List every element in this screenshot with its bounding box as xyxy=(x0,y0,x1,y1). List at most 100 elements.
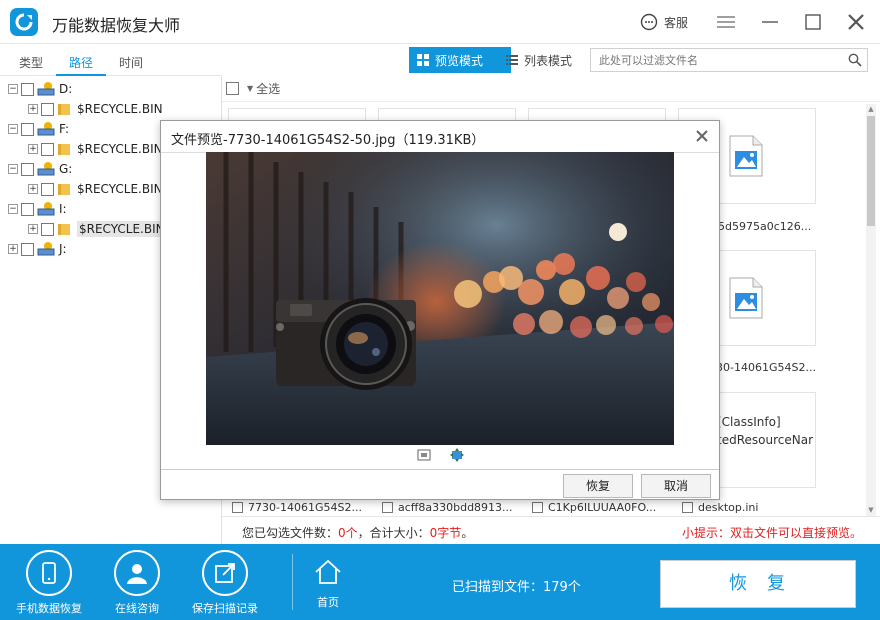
expand-toggle[interactable]: + xyxy=(28,144,38,154)
file-text-line: [ClassInfo] xyxy=(717,415,781,429)
phone-recovery-button[interactable]: 手机数据恢复 xyxy=(4,550,94,616)
grid-icon xyxy=(417,54,429,66)
selected-count: 0个 xyxy=(338,526,358,540)
checkbox[interactable] xyxy=(382,501,393,513)
collapse-toggle[interactable]: − xyxy=(8,124,18,134)
online-consult-button[interactable]: 在线咨询 xyxy=(92,550,182,616)
vertical-scrollbar[interactable]: ▲ ▼ xyxy=(866,104,876,516)
scanned-count-text: 已扫描到文件：179个 xyxy=(452,580,581,595)
tab-path[interactable]: 路径 xyxy=(69,54,93,71)
file-item[interactable]: desktop.ini xyxy=(682,498,822,516)
checkbox[interactable] xyxy=(21,82,34,96)
tree-drive-d[interactable]: − D: xyxy=(8,79,72,99)
checkbox[interactable] xyxy=(41,142,54,156)
save-scan-button[interactable]: 保存扫描记录 xyxy=(180,550,270,616)
fit-to-window-icon[interactable] xyxy=(416,447,432,463)
checkbox[interactable] xyxy=(41,102,54,116)
drive-icon xyxy=(37,162,55,176)
support-button[interactable]: 客服 xyxy=(640,12,688,32)
collapse-toggle[interactable]: − xyxy=(8,84,18,94)
tree-folder-recycle[interactable]: + $RECYCLE.BIN xyxy=(28,99,163,119)
checkbox[interactable] xyxy=(682,501,693,513)
dialog-title-bar: 文件预览-7730-14061G54S2-50.jpg（119.31KB） xyxy=(161,121,719,153)
folder-label: $RECYCLE.BIN xyxy=(77,221,167,237)
file-item[interactable]: 7730-14061G54S2... xyxy=(232,498,372,516)
save-scan-label: 保存扫描记录 xyxy=(192,602,258,615)
preview-mode-button[interactable]: 预览模式 xyxy=(409,47,511,73)
close-button[interactable] xyxy=(844,10,868,34)
divider xyxy=(292,554,293,610)
drive-icon xyxy=(37,82,55,96)
tree-folder-recycle[interactable]: + $RECYCLE.BIN xyxy=(28,139,163,159)
file-text-line: tedResourceNar xyxy=(717,433,813,447)
expand-toggle[interactable]: + xyxy=(28,184,38,194)
checkbox[interactable] xyxy=(41,182,54,196)
select-all-row: ▼ 全选 xyxy=(222,76,880,102)
expand-toggle[interactable]: + xyxy=(8,244,18,254)
home-label: 首页 xyxy=(317,596,339,609)
checkbox[interactable] xyxy=(41,222,54,236)
tree-folder-recycle-selected[interactable]: + $RECYCLE.BIN xyxy=(28,219,167,239)
dropdown-arrow-icon[interactable]: ▼ xyxy=(247,84,253,93)
checkbox[interactable] xyxy=(232,501,243,513)
scroll-down-icon[interactable]: ▼ xyxy=(867,506,875,514)
tree-folder-recycle[interactable]: + $RECYCLE.BIN xyxy=(28,179,163,199)
file-name: 30-14061G54S2... xyxy=(716,361,816,374)
maximize-button[interactable] xyxy=(801,10,825,34)
actual-size-icon[interactable] xyxy=(449,447,465,463)
image-file-icon xyxy=(729,277,763,319)
tree-drive-f[interactable]: − F: xyxy=(8,119,69,139)
drive-icon xyxy=(37,122,55,136)
checkbox[interactable] xyxy=(21,122,34,136)
support-label: 客服 xyxy=(664,15,689,30)
file-name: acff8a330bdd8913... xyxy=(398,500,513,514)
file-item[interactable]: acff8a330bdd8913... xyxy=(382,498,522,516)
preview-image xyxy=(206,152,674,445)
phone-recovery-label: 手机数据恢复 xyxy=(16,602,82,615)
recover-button[interactable]: 恢复 xyxy=(660,560,856,608)
dialog-recover-button[interactable]: 恢复 xyxy=(563,474,633,498)
file-name: C1Kp6ILUUAA0FO... xyxy=(548,500,657,514)
tab-time[interactable]: 时间 xyxy=(119,54,143,71)
tab-type[interactable]: 类型 xyxy=(19,54,43,71)
checkbox[interactable] xyxy=(532,501,543,513)
chat-icon xyxy=(640,13,658,31)
filter-tabs: 类型 路径 时间 xyxy=(0,44,222,76)
phone-icon xyxy=(26,550,72,596)
menu-button[interactable] xyxy=(714,10,738,34)
tree-drive-g[interactable]: − G: xyxy=(8,159,72,179)
list-mode-button[interactable]: 列表模式 xyxy=(498,47,580,73)
close-icon xyxy=(848,14,864,30)
dialog-close-icon[interactable] xyxy=(693,127,711,145)
tree-drive-j[interactable]: + J: xyxy=(8,239,67,259)
expand-toggle[interactable]: + xyxy=(28,104,38,114)
select-all-label[interactable]: 全选 xyxy=(256,80,280,97)
size-value: 0字节 xyxy=(429,526,462,540)
scrollbar-thumb[interactable] xyxy=(867,116,875,226)
collapse-toggle[interactable]: − xyxy=(8,164,18,174)
file-item[interactable]: C1Kp6ILUUAA0FO... xyxy=(532,498,672,516)
collapse-toggle[interactable]: − xyxy=(8,204,18,214)
checkbox[interactable] xyxy=(21,242,34,256)
status-bar: 您已勾选文件数：0个，合计大小：0字节。 小提示：双击文件可以直接预览。 xyxy=(222,516,880,544)
home-button[interactable]: 首页 xyxy=(306,558,350,610)
folder-label: $RECYCLE.BIN xyxy=(77,102,163,116)
selection-summary: 您已勾选文件数：0个，合计大小：0字节。 xyxy=(242,524,473,541)
checkbox[interactable] xyxy=(21,202,34,216)
filter-search-input[interactable] xyxy=(591,49,831,71)
checkbox[interactable] xyxy=(21,162,34,176)
minimize-button[interactable] xyxy=(758,10,782,34)
expand-toggle[interactable]: + xyxy=(28,224,38,234)
search-icon[interactable] xyxy=(848,53,862,67)
folder-icon xyxy=(58,144,70,155)
app-title: 万能数据恢复大师 xyxy=(52,16,181,35)
scroll-up-icon[interactable]: ▲ xyxy=(867,105,875,113)
file-name: 7730-14061G54S2... xyxy=(248,500,362,514)
tree-drive-i[interactable]: − I: xyxy=(8,199,67,219)
dialog-cancel-button[interactable]: 取消 xyxy=(641,474,711,498)
list-mode-label: 列表模式 xyxy=(524,53,573,68)
drive-label: J: xyxy=(59,242,67,256)
size-prefix: ，合计大小： xyxy=(357,526,430,540)
select-all-checkbox[interactable] xyxy=(226,82,239,95)
folder-label: $RECYCLE.BIN xyxy=(77,142,163,156)
